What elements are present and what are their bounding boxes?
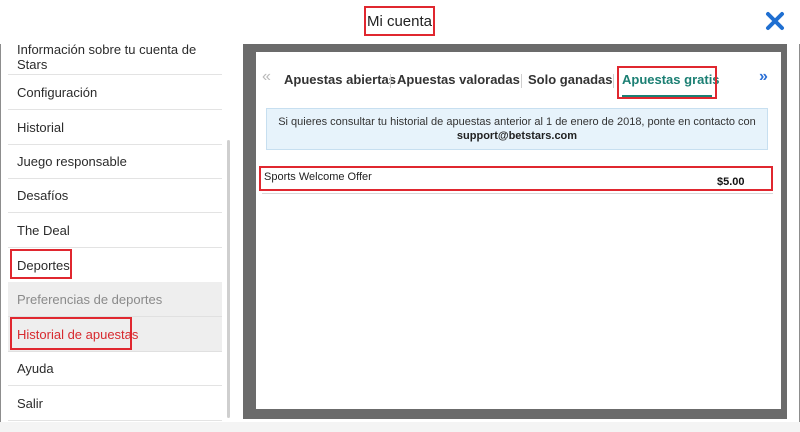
sidebar-item-label: The Deal: [17, 222, 70, 238]
sidebar-item-sports-preferences[interactable]: Preferencias de deportes: [8, 282, 222, 317]
sidebar-item-settings[interactable]: Configuración: [8, 75, 222, 110]
support-email-link[interactable]: support@betstars.com: [457, 130, 577, 142]
bottom-strip: [0, 422, 800, 432]
active-tab-indicator: [622, 95, 712, 97]
tab-divider: [521, 74, 522, 88]
sidebar-item-responsible-gaming[interactable]: Juego responsable: [8, 144, 222, 179]
sidebar-item-label: Desafíos: [17, 187, 69, 203]
tab-divider: [613, 74, 614, 88]
sidebar-item-account-info[interactable]: Información sobre tu cuenta de Stars: [8, 44, 222, 75]
free-bet-name: Sports Welcome Offer: [264, 171, 372, 183]
free-bet-amount: $5.00: [717, 176, 745, 188]
sidebar-item-label: Salir: [17, 395, 44, 411]
double-chevron-left-icon: «: [262, 68, 271, 85]
notice-text: Si quieres consultar tu historial de apu…: [278, 116, 756, 128]
sidebar-item-label: Preferencias de deportes: [17, 291, 163, 307]
sidebar-item-label: Deportes: [17, 257, 70, 273]
sidebar-item-label: Juego responsable: [17, 153, 127, 169]
sidebar-item-logout[interactable]: Salir: [8, 386, 222, 421]
sidebar-item-help[interactable]: Ayuda: [8, 351, 222, 386]
tabs-prev-button[interactable]: «: [262, 68, 271, 86]
dialog-header: Mi cuenta: [0, 0, 800, 44]
sidebar-item-bet-history[interactable]: Historial de apuestas: [8, 317, 222, 352]
sidebar-item-label: Historial: [17, 119, 64, 135]
tab-free-bets[interactable]: Apuestas gratis: [622, 72, 720, 87]
sidebar-item-history[interactable]: Historial: [8, 110, 222, 145]
sidebar-scrollbar[interactable]: [227, 140, 230, 418]
tab-settled-bets[interactable]: Apuestas valoradas: [397, 72, 520, 87]
tab-open-bets[interactable]: Apuestas abiertas: [284, 72, 396, 87]
sidebar-item-challenges[interactable]: Desafíos: [8, 178, 222, 213]
close-icon: [766, 12, 784, 30]
row-divider: [262, 193, 773, 194]
account-sidebar: Información sobre tu cuenta de Stars Con…: [8, 44, 234, 422]
double-chevron-right-icon: »: [759, 68, 768, 85]
dialog-title: Mi cuenta: [364, 6, 435, 36]
sidebar-item-label: Información sobre tu cuenta de Stars: [17, 44, 197, 72]
close-button[interactable]: [760, 6, 790, 36]
tab-won-only[interactable]: Solo ganadas: [528, 72, 613, 87]
content-panel: [256, 52, 781, 409]
history-notice: Si quieres consultar tu historial de apu…: [266, 108, 768, 150]
sidebar-item-the-deal[interactable]: The Deal: [8, 213, 222, 248]
sidebar-item-label: Configuración: [17, 84, 98, 100]
tab-divider: [390, 74, 391, 88]
sidebar-item-label: Historial de apuestas: [17, 326, 139, 342]
sidebar-item-label: Ayuda: [17, 360, 54, 376]
sidebar-item-sports[interactable]: Deportes: [8, 248, 222, 283]
tabs-next-button[interactable]: »: [759, 68, 768, 86]
